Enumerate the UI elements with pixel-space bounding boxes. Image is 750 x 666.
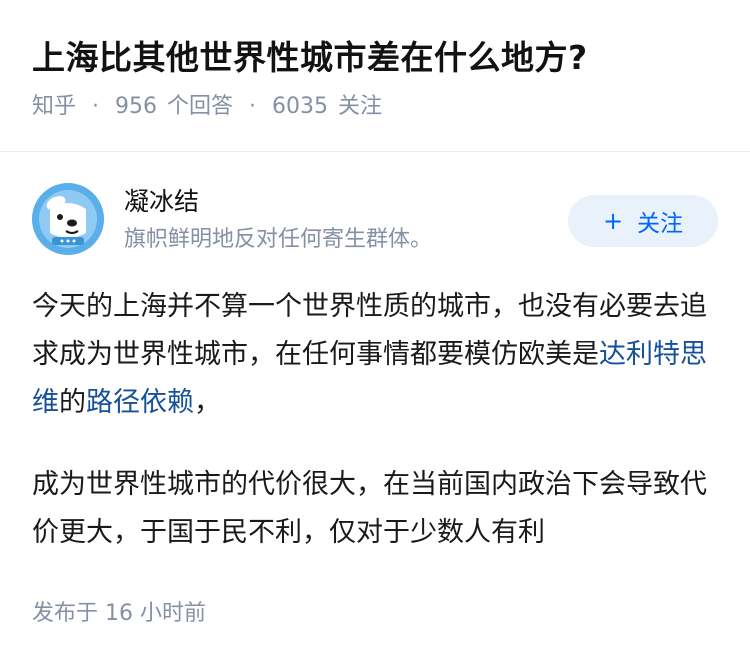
dog-avatar-icon[interactable]	[32, 183, 104, 255]
author-name[interactable]: 凝冰结	[124, 185, 199, 219]
answer-content: 今天的上海并不算一个世界性质的城市，也没有必要去追求成为世界性城市，在任何事情都…	[32, 283, 718, 557]
meta-separator: ·	[249, 94, 257, 119]
question-title[interactable]: 上海比其他世界性城市差在什么地方?	[32, 36, 718, 80]
source-label[interactable]: 知乎	[32, 92, 76, 122]
question-header: 上海比其他世界性城市差在什么地方? 知乎 · 956 个回答 · 6035 关注	[0, 0, 750, 122]
paragraph-text: 的	[59, 387, 86, 418]
link-path-dependence[interactable]: 路径依赖	[86, 387, 194, 418]
followers-count: 6035	[272, 94, 329, 119]
question-meta: 知乎 · 956 个回答 · 6035 关注	[32, 92, 718, 122]
paragraph: 今天的上海并不算一个世界性质的城市，也没有必要去追求成为世界性城市，在任何事情都…	[32, 283, 718, 427]
answers-label[interactable]: 个回答	[167, 92, 233, 122]
answers-count: 956	[115, 94, 158, 119]
author-row: 凝冰结 旗帜鲜明地反对任何寄生群体。 + 关注	[32, 183, 718, 263]
author-bio: 旗帜鲜明地反对任何寄生群体。	[124, 227, 433, 252]
paragraph: 成为世界性城市的代价很大，在当前国内政治下会导致代价更大，于国于民不利，仅对于少…	[32, 469, 707, 548]
publish-time: 发布于 16 小时前	[32, 601, 206, 626]
follow-button[interactable]: + 关注	[568, 195, 718, 247]
meta-separator: ·	[92, 94, 100, 119]
divider	[0, 151, 750, 152]
follow-label: 关注	[637, 211, 684, 237]
paragraph-text: ，	[194, 387, 221, 418]
answer-card: 凝冰结 旗帜鲜明地反对任何寄生群体。 + 关注 今天的上海并不算一个世界性质的城…	[32, 183, 718, 591]
answer-page: 上海比其他世界性城市差在什么地方? 知乎 · 956 个回答 · 6035 关注	[0, 0, 750, 666]
plus-icon: +	[602, 207, 624, 235]
followers-label: 关注	[338, 94, 383, 119]
